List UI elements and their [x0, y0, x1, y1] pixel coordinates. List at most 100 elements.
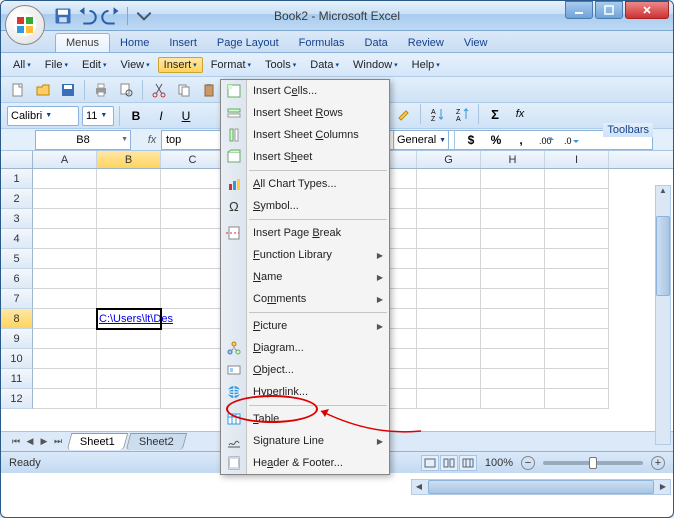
menu-tools[interactable]: Tools▾	[259, 57, 302, 73]
paint-icon[interactable]	[393, 103, 415, 125]
tab-view[interactable]: View	[454, 34, 498, 52]
cell[interactable]	[97, 169, 161, 189]
cell[interactable]	[417, 209, 481, 229]
cell[interactable]	[417, 289, 481, 309]
sheet-nav-prev-icon[interactable]: ◀	[23, 434, 37, 450]
menu-item-table[interactable]: Table	[221, 408, 389, 430]
tab-formulas[interactable]: Formulas	[289, 34, 355, 52]
cell[interactable]	[417, 249, 481, 269]
cell[interactable]	[161, 249, 225, 269]
cell[interactable]	[33, 349, 97, 369]
cell[interactable]	[33, 269, 97, 289]
column-header[interactable]: I	[545, 151, 609, 168]
column-header[interactable]: A	[33, 151, 97, 168]
currency-icon[interactable]: $	[460, 129, 482, 151]
sheet-tab[interactable]: Sheet2	[126, 433, 187, 450]
save-icon[interactable]	[53, 6, 73, 26]
cell[interactable]	[417, 269, 481, 289]
row-header[interactable]: 3	[1, 209, 33, 229]
zoom-level[interactable]: 100%	[485, 457, 513, 469]
undo-icon[interactable]	[77, 6, 97, 26]
menu-item-all-chart-types[interactable]: All Chart Types...	[221, 173, 389, 195]
cell[interactable]	[417, 349, 481, 369]
menu-data[interactable]: Data▾	[304, 57, 345, 73]
office-button[interactable]	[5, 5, 45, 45]
open-icon[interactable]	[32, 79, 54, 101]
cell[interactable]	[417, 389, 481, 409]
increase-decimal-icon[interactable]: .00	[535, 129, 557, 151]
sheet-nav-first-icon[interactable]: ⏮	[9, 434, 23, 450]
row-header[interactable]: 6	[1, 269, 33, 289]
cell[interactable]	[481, 269, 545, 289]
tab-page-layout[interactable]: Page Layout	[207, 34, 289, 52]
cell[interactable]	[481, 309, 545, 329]
cell[interactable]	[545, 229, 609, 249]
font-combo[interactable]: Calibri▼	[7, 106, 79, 126]
cell[interactable]	[545, 389, 609, 409]
cell[interactable]	[417, 229, 481, 249]
column-header[interactable]: H	[481, 151, 545, 168]
hyperlink-text[interactable]: C:\Users\lt\Des	[99, 313, 173, 325]
menu-item-insert-page-break[interactable]: Insert Page Break	[221, 222, 389, 244]
menu-item-symbol[interactable]: ΩSymbol...	[221, 195, 389, 217]
cell[interactable]	[481, 209, 545, 229]
cell[interactable]	[97, 269, 161, 289]
row-header[interactable]: 12	[1, 389, 33, 409]
redo-icon[interactable]	[101, 6, 121, 26]
cell[interactable]	[97, 329, 161, 349]
cell[interactable]	[97, 369, 161, 389]
cell[interactable]	[97, 249, 161, 269]
row-header[interactable]: 11	[1, 369, 33, 389]
tab-review[interactable]: Review	[398, 34, 454, 52]
cell[interactable]	[481, 389, 545, 409]
tab-insert[interactable]: Insert	[159, 34, 207, 52]
row-header[interactable]: 1	[1, 169, 33, 189]
cell[interactable]	[545, 289, 609, 309]
tab-data[interactable]: Data	[355, 34, 398, 52]
cell[interactable]	[545, 209, 609, 229]
sheet-tab[interactable]: Sheet1	[67, 433, 128, 450]
select-all-corner[interactable]	[1, 151, 33, 168]
cell[interactable]	[481, 329, 545, 349]
row-header[interactable]: 5	[1, 249, 33, 269]
cell[interactable]	[33, 189, 97, 209]
menu-format[interactable]: Format▾	[205, 57, 257, 73]
row-header[interactable]: 8	[1, 309, 33, 329]
cell[interactable]	[161, 169, 225, 189]
cell[interactable]	[481, 169, 545, 189]
cell[interactable]	[545, 349, 609, 369]
cell[interactable]	[481, 189, 545, 209]
zoom-slider[interactable]	[543, 461, 643, 465]
cell[interactable]	[481, 249, 545, 269]
cell[interactable]	[33, 309, 97, 329]
column-header[interactable]: C	[161, 151, 225, 168]
minimize-button[interactable]	[565, 1, 593, 19]
cell[interactable]	[33, 209, 97, 229]
decrease-decimal-icon[interactable]: .0	[560, 129, 582, 151]
cell[interactable]	[545, 369, 609, 389]
percent-icon[interactable]: %	[485, 129, 507, 151]
cell[interactable]	[417, 369, 481, 389]
vertical-scrollbar[interactable]: ▲	[655, 185, 671, 445]
menu-item-insert-sheet[interactable]: Insert Sheet	[221, 146, 389, 168]
menu-item-insert-sheet-columns[interactable]: Insert Sheet Columns	[221, 124, 389, 146]
underline-button[interactable]: U	[175, 105, 197, 127]
sort-asc-icon[interactable]: AZ	[426, 103, 448, 125]
cell[interactable]	[33, 229, 97, 249]
bold-button[interactable]: B	[125, 105, 147, 127]
paste-icon[interactable]	[198, 79, 220, 101]
menu-item-picture[interactable]: Picture▶	[221, 315, 389, 337]
cell[interactable]	[161, 229, 225, 249]
close-button[interactable]	[625, 1, 669, 19]
sheet-nav-last-icon[interactable]: ⏭	[51, 434, 65, 450]
cell[interactable]	[97, 189, 161, 209]
row-header[interactable]: 9	[1, 329, 33, 349]
cell[interactable]	[481, 229, 545, 249]
cell[interactable]	[545, 269, 609, 289]
font-size-combo[interactable]: 11▼	[82, 106, 114, 126]
cell[interactable]	[545, 329, 609, 349]
column-header[interactable]: B	[97, 151, 161, 168]
cell[interactable]	[417, 309, 481, 329]
comma-icon[interactable]: ,	[510, 129, 532, 151]
zoom-in-icon[interactable]: +	[651, 456, 665, 470]
